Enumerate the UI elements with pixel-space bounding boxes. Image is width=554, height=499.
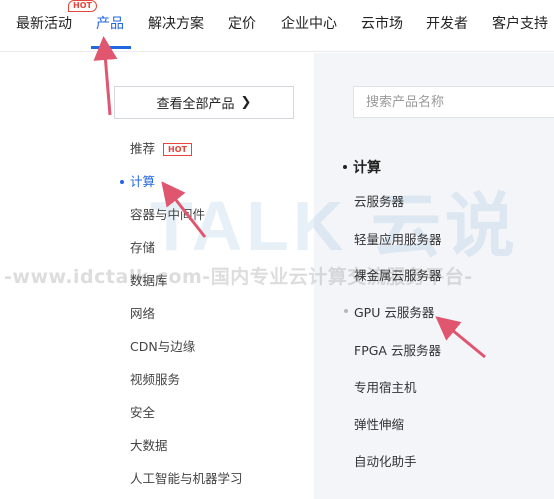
category-containers-middleware[interactable]: 容器与中间件: [130, 206, 205, 224]
bullet-icon: [343, 165, 347, 169]
section-title-compute: 计算: [343, 158, 381, 178]
category-cdn-edge[interactable]: CDN与边缘: [130, 338, 195, 356]
product-lightweight-server[interactable]: 轻量应用服务器: [354, 231, 442, 249]
category-storage[interactable]: 存储: [130, 239, 155, 257]
top-nav: 最新活动 产品 HOT 解决方案 定价 企业中心 云市场 开发者 客户支持: [0, 0, 554, 52]
nav-item-pricing[interactable]: 定价: [228, 14, 256, 34]
active-nav-underline: [91, 46, 131, 49]
category-recommended[interactable]: 推荐 HOT: [130, 140, 192, 158]
hot-badge: HOT: [68, 0, 97, 12]
nav-item-customer-support[interactable]: 客户支持: [492, 14, 548, 34]
nav-item-latest-activities[interactable]: 最新活动: [16, 14, 72, 34]
chevron-right-icon: ❯: [240, 95, 252, 110]
product-automation-assistant[interactable]: 自动化助手: [354, 453, 417, 471]
view-all-label: 查看全部产品: [156, 97, 235, 112]
nav-item-developers[interactable]: 开发者: [426, 14, 468, 34]
product-fpga-server[interactable]: FPGA 云服务器: [354, 342, 441, 360]
nav-item-solutions[interactable]: 解决方案: [148, 14, 204, 34]
category-security[interactable]: 安全: [130, 404, 155, 422]
product-dot: [344, 309, 348, 313]
category-network[interactable]: 网络: [130, 305, 155, 323]
product-gpu-server[interactable]: GPU 云服务器: [354, 304, 434, 322]
hot-badge: HOT: [163, 143, 192, 156]
category-ai-ml[interactable]: 人工智能与机器学习: [130, 470, 243, 488]
active-category-dot: [120, 180, 124, 184]
view-all-products-button[interactable]: 查看全部产品 ❯: [114, 86, 294, 119]
category-label: 推荐: [130, 141, 156, 156]
category-compute[interactable]: 计算: [130, 173, 155, 191]
product-cloud-server[interactable]: 云服务器: [354, 193, 404, 211]
category-video-services[interactable]: 视频服务: [130, 371, 180, 389]
category-database[interactable]: 数据库: [130, 272, 168, 290]
category-big-data[interactable]: 大数据: [130, 437, 168, 455]
nav-item-enterprise-center[interactable]: 企业中心: [281, 14, 337, 34]
product-search-input[interactable]: [353, 86, 554, 118]
product-bare-metal-server[interactable]: 裸金属云服务器: [354, 267, 442, 285]
section-title-text: 计算: [353, 160, 381, 176]
watermark-logo: TALK 云说: [150, 170, 519, 271]
watermark-brand-text: TALK 云说: [150, 187, 519, 265]
nav-item-products[interactable]: 产品: [96, 14, 124, 34]
product-auto-scaling[interactable]: 弹性伸缩: [354, 416, 404, 434]
product-dedicated-host[interactable]: 专用宿主机: [354, 379, 417, 397]
nav-item-marketplace[interactable]: 云市场: [361, 14, 403, 34]
